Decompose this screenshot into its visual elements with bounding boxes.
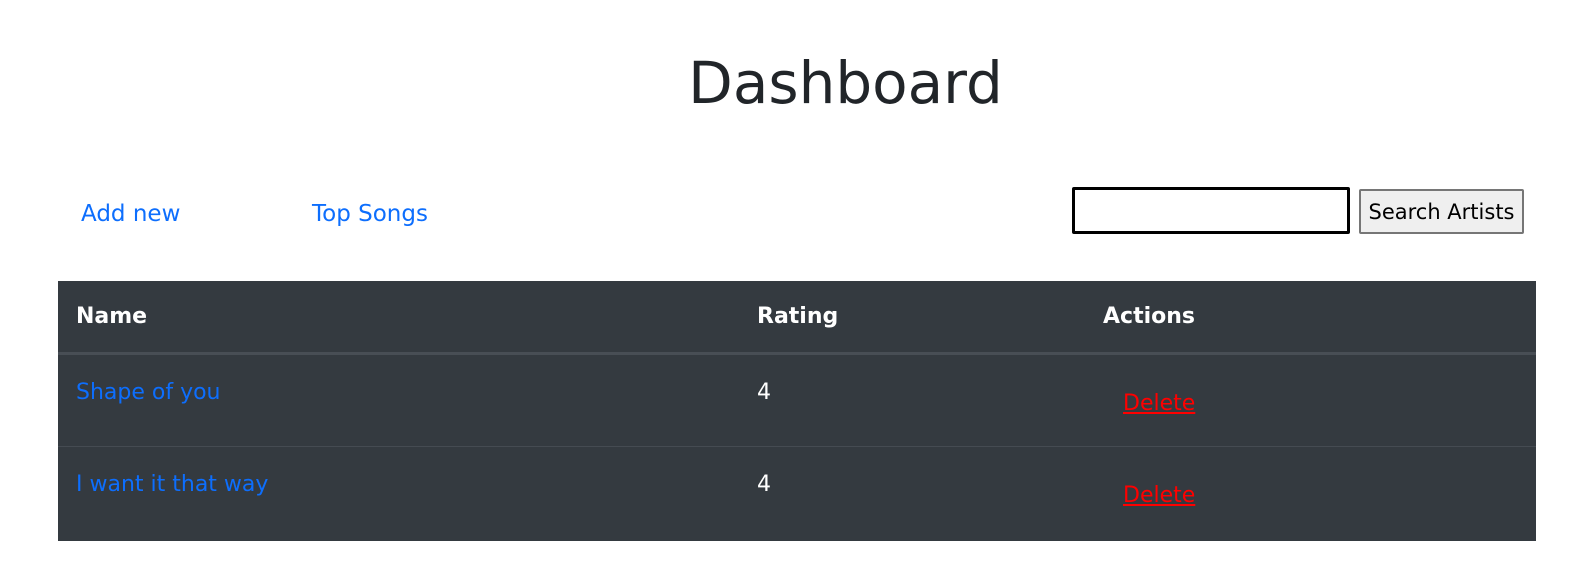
- rating-value: 4: [757, 471, 771, 497]
- header-actions: Actions: [1085, 281, 1536, 355]
- table-row: I want it that way 4 Delete: [58, 445, 1536, 539]
- table-row: Shape of you 4 Delete: [58, 353, 1536, 446]
- song-link[interactable]: I want it that way: [76, 471, 268, 499]
- songs-table-container: Name Rating Actions Shape of you 4 Delet…: [58, 281, 1536, 541]
- search-artists-button[interactable]: Search Artists: [1359, 189, 1524, 234]
- cell-actions: Delete: [1085, 353, 1536, 446]
- cell-actions: Delete: [1085, 445, 1536, 539]
- songs-table: Name Rating Actions Shape of you 4 Delet…: [58, 281, 1536, 539]
- cell-rating: 4: [739, 445, 1085, 539]
- song-link[interactable]: Shape of you: [76, 379, 221, 407]
- header-name: Name: [58, 281, 739, 355]
- cell-rating: 4: [739, 353, 1085, 446]
- delete-link[interactable]: Delete: [1123, 482, 1195, 510]
- add-new-link[interactable]: Add new: [81, 199, 180, 229]
- search-input[interactable]: [1072, 187, 1350, 234]
- top-songs-link[interactable]: Top Songs: [312, 199, 428, 229]
- page-title: Dashboard: [688, 49, 1003, 117]
- delete-link[interactable]: Delete: [1123, 390, 1195, 418]
- cell-name: Shape of you: [58, 353, 739, 446]
- rating-value: 4: [757, 379, 771, 405]
- cell-name: I want it that way: [58, 445, 739, 539]
- table-header-row: Name Rating Actions: [58, 281, 1536, 355]
- header-rating: Rating: [739, 281, 1085, 355]
